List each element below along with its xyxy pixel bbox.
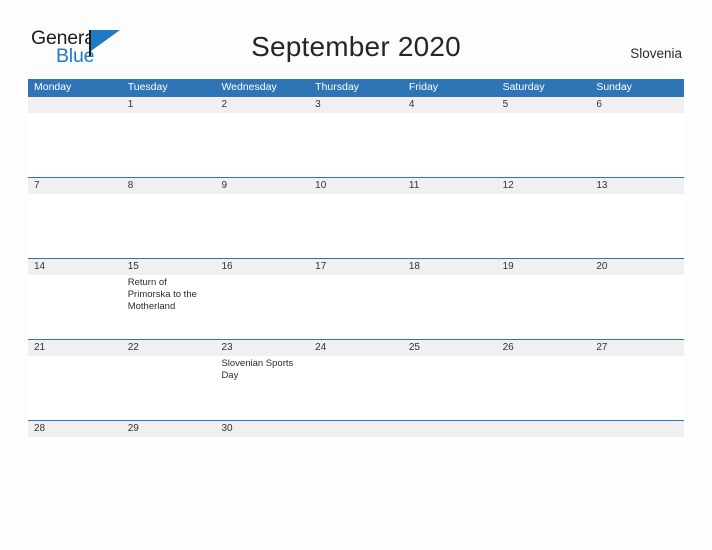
day-events: Slovenian Sports Day	[215, 356, 309, 382]
day-number: 20	[590, 259, 685, 275]
day-number	[590, 421, 685, 437]
day-cell-29[interactable]: 29	[121, 421, 216, 444]
day-number: 19	[496, 259, 591, 275]
day-number: 6	[590, 97, 685, 113]
event-label: Return of Primorska to the Motherland	[127, 277, 197, 313]
weekday-header-saturday: Saturday	[502, 81, 545, 93]
day-cell-12[interactable]: 12	[496, 178, 591, 258]
day-number: 8	[121, 178, 216, 194]
day-cell-16[interactable]: 16	[215, 259, 310, 339]
day-cell-10[interactable]: 10	[309, 178, 403, 258]
day-number: 27	[590, 340, 685, 356]
day-cell-5[interactable]: 5	[496, 97, 591, 177]
weekday-header-tuesday: Tuesday	[127, 81, 168, 93]
day-cell-23[interactable]: 23 Slovenian Sports Day	[215, 340, 310, 420]
calendar-week-row: 28 29 30	[28, 420, 685, 444]
calendar-page: General Blue September 2020 Slovenia Mon…	[0, 0, 712, 550]
day-cell-8[interactable]: 8	[121, 178, 216, 258]
calendar-week-row: 123456	[28, 96, 685, 177]
day-number: 9	[215, 178, 310, 194]
day-number: 25	[402, 340, 497, 356]
event-label: Slovenian Sports Day	[221, 358, 294, 382]
weekday-header-friday: Friday	[408, 81, 439, 93]
day-cell-3[interactable]: 3	[309, 97, 403, 177]
day-number: 1	[121, 97, 216, 113]
weekday-header-wednesday: Wednesday	[221, 81, 277, 93]
day-number: 28	[28, 421, 122, 437]
day-number: 14	[28, 259, 122, 275]
day-number: 11	[402, 178, 497, 194]
day-cell-22[interactable]: 22	[121, 340, 216, 420]
day-number: 4	[402, 97, 497, 113]
day-events: Return of Primorska to the Motherland	[122, 275, 216, 314]
day-number	[496, 421, 591, 437]
day-cell-24[interactable]: 24	[309, 340, 403, 420]
day-number: 2	[215, 97, 310, 113]
weekday-header-row: Monday Tuesday Wednesday Thursday Friday Satu…	[28, 79, 684, 96]
day-cell-empty	[402, 421, 497, 444]
calendar-week-row: 7 8 9 10 11 12 13	[28, 177, 685, 258]
day-cell-17[interactable]: 17	[309, 259, 403, 339]
region-label: Slovenia	[630, 46, 682, 61]
day-cell-13[interactable]: 13	[590, 178, 685, 258]
day-number: 12	[496, 178, 591, 194]
day-number: 15	[121, 259, 216, 275]
day-number	[309, 421, 403, 437]
day-cell-18[interactable]: 18	[402, 259, 497, 339]
day-number: 24	[309, 340, 403, 356]
day-number: 26	[496, 340, 591, 356]
day-cell-7[interactable]: 7	[28, 178, 122, 258]
day-number: 22	[121, 340, 216, 356]
day-number: 21	[28, 340, 122, 356]
page-header: General Blue September 2020 Slovenia	[0, 0, 712, 78]
weekday-header-sunday: Sunday	[596, 81, 632, 93]
day-cell-4[interactable]: 4	[402, 97, 497, 177]
day-number: 7	[28, 178, 122, 194]
day-number	[28, 97, 122, 113]
day-number: 17	[309, 259, 403, 275]
weekday-header-thursday: Thursday	[315, 81, 359, 93]
weekday-header-monday: Monday	[34, 81, 72, 93]
day-cell-26[interactable]: 26	[496, 340, 591, 420]
calendar-week-row: 14 15 Return of Primorska to the Motherlan…	[28, 258, 685, 339]
day-cell-14[interactable]: 14	[28, 259, 122, 339]
day-cell-28[interactable]: 28	[28, 421, 122, 444]
day-cell-25[interactable]: 25	[402, 340, 497, 420]
day-cell-30[interactable]: 30	[215, 421, 310, 444]
day-cell-empty	[309, 421, 403, 444]
day-cell-11[interactable]: 11	[402, 178, 497, 258]
day-cell-19[interactable]: 19	[496, 259, 591, 339]
day-number: 23	[215, 340, 310, 356]
day-cell-21[interactable]: 21	[28, 340, 122, 420]
day-cell-empty	[590, 421, 685, 444]
day-number: 30	[215, 421, 310, 437]
day-number: 10	[309, 178, 403, 194]
day-number: 18	[402, 259, 497, 275]
day-number	[402, 421, 497, 437]
day-cell-empty	[496, 421, 591, 444]
calendar-weeks: 1 2 3 4 5 6 7 8 9 10 11 12 13 14 15 Return of Primorska…	[28, 96, 685, 444]
day-cell-15[interactable]: 15 Return of Primorska to the Motherland	[121, 259, 216, 339]
day-number: 13	[590, 178, 685, 194]
day-cell-empty	[28, 97, 122, 177]
day-number: 3	[309, 97, 403, 113]
day-number: 29	[121, 421, 216, 437]
day-cell-20[interactable]: 20	[590, 259, 685, 339]
day-cell-1[interactable]: 1	[121, 97, 216, 177]
day-cell-6[interactable]: 6	[590, 97, 685, 177]
calendar-grid: Monday Tuesday Wednesday Thursday Friday Satu…	[28, 79, 685, 444]
day-cell-27[interactable]: 27	[590, 340, 685, 420]
calendar-week-row: 21 22 23 Slovenian Sports Day 24 25 26 27	[28, 339, 685, 420]
day-number: 16	[215, 259, 310, 275]
day-cell-9[interactable]: 9	[215, 178, 310, 258]
day-cell-2[interactable]: 2	[215, 97, 310, 177]
page-title: September 2020	[251, 31, 461, 62]
day-number: 5	[496, 97, 591, 113]
